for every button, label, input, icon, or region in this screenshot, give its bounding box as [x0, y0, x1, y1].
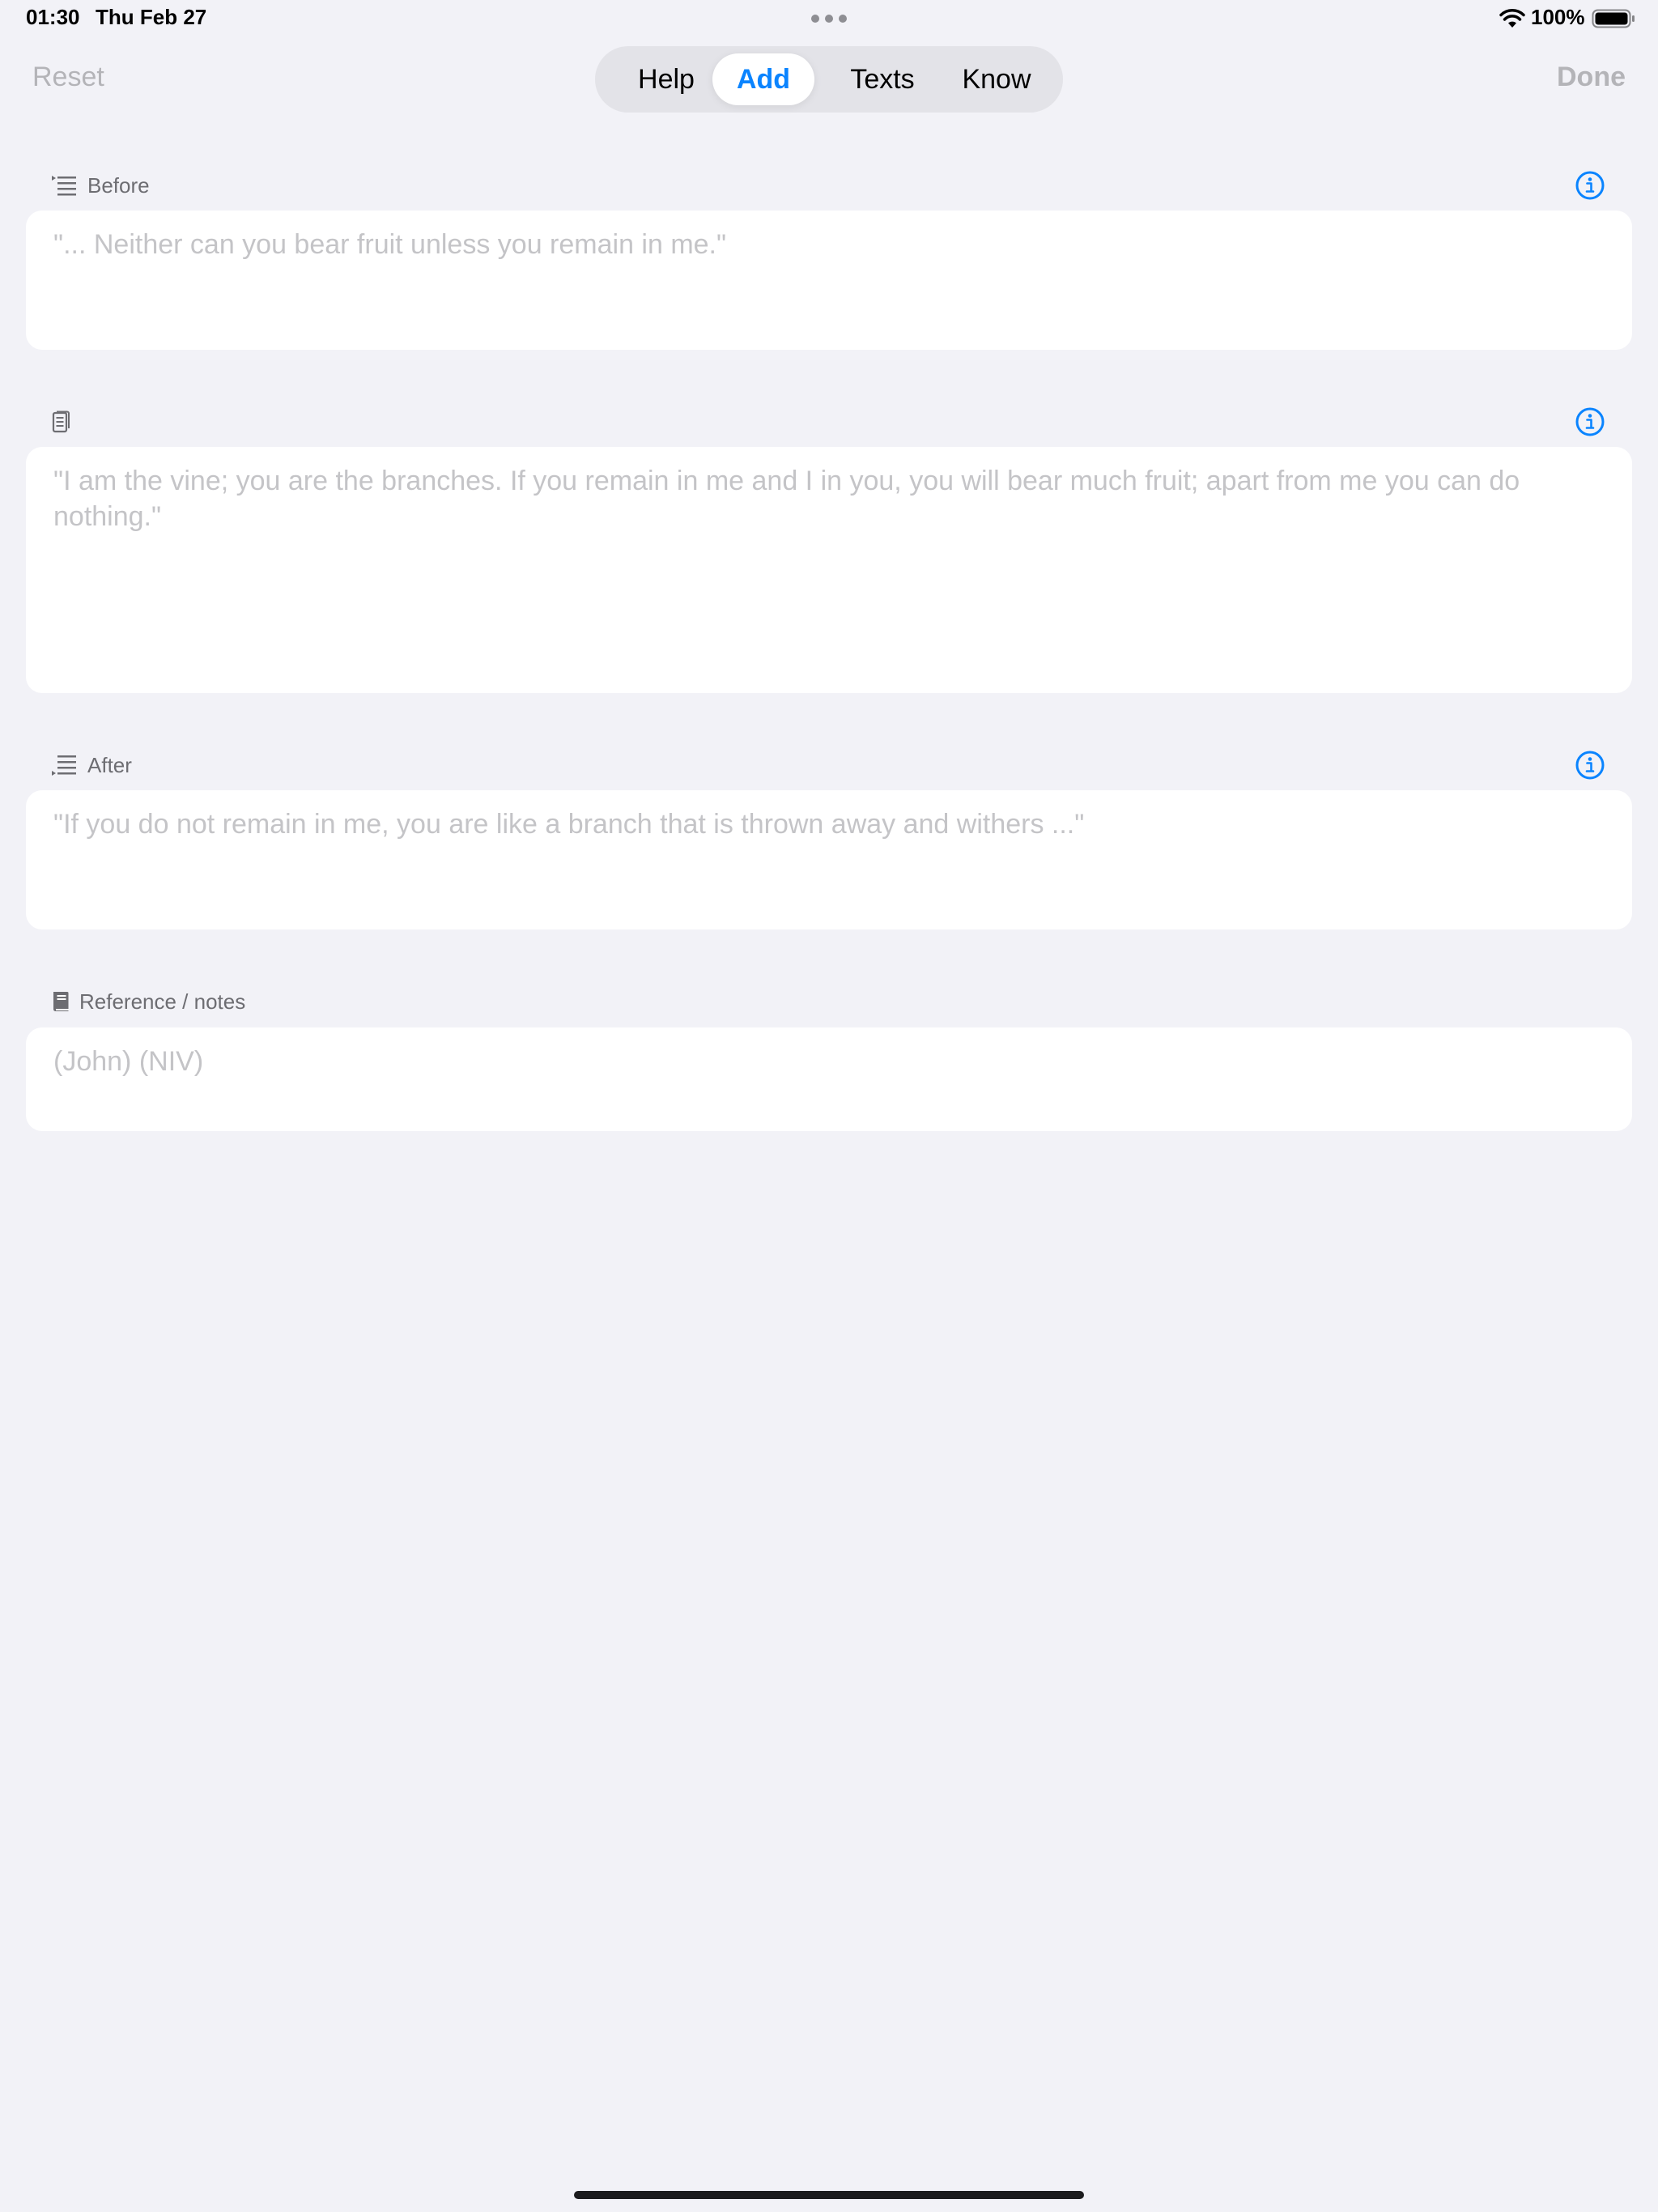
main-info-icon[interactable]: [1575, 406, 1605, 437]
after-text-field[interactable]: "If you do not remain in me, you are lik…: [26, 790, 1632, 929]
after-label: After: [87, 752, 132, 777]
multitasking-menu-icon[interactable]: [811, 15, 847, 23]
status-date: Thu Feb 27: [96, 5, 207, 29]
status-bar: 01:30 Thu Feb 27 100%: [0, 0, 1658, 39]
before-placeholder: "... Neither can you bear fruit unless y…: [53, 229, 727, 260]
reference-label: Reference / notes: [79, 989, 246, 1014]
home-indicator: [574, 2191, 1084, 2199]
battery-percentage: 100%: [1531, 5, 1585, 29]
before-info-icon[interactable]: [1575, 170, 1605, 201]
tab-add[interactable]: Add: [712, 53, 814, 105]
book-icon: [53, 992, 69, 1011]
before-section-header: Before: [50, 172, 150, 199]
battery-icon: [1592, 9, 1635, 28]
mode-segmented-control: Help Add Texts Know: [595, 46, 1063, 113]
reference-section-header: Reference / notes: [50, 988, 245, 1015]
main-text-field[interactable]: "I am the vine; you are the branches. If…: [26, 447, 1632, 693]
wifi-icon: [1499, 9, 1525, 28]
tab-help[interactable]: Help: [611, 53, 721, 105]
before-text-field[interactable]: "... Neither can you bear fruit unless y…: [26, 211, 1632, 350]
before-label: Before: [87, 172, 150, 198]
text-indent-after-icon: [52, 755, 76, 776]
after-info-icon[interactable]: [1575, 750, 1605, 781]
after-section-header: After: [50, 751, 132, 779]
after-placeholder: "If you do not remain in me, you are lik…: [53, 809, 1085, 840]
status-time: 01:30: [26, 5, 80, 29]
reference-text-field[interactable]: (John) (NIV): [26, 1027, 1632, 1131]
reference-placeholder: (John) (NIV): [53, 1046, 204, 1077]
main-placeholder: "I am the vine; you are the branches. If…: [53, 466, 1520, 532]
done-button[interactable]: Done: [1557, 62, 1626, 93]
document-icon: [52, 410, 70, 433]
text-indent-before-icon: [52, 176, 76, 196]
tab-know[interactable]: Know: [945, 53, 1048, 105]
reset-button[interactable]: Reset: [32, 62, 104, 93]
main-section-header: [50, 408, 87, 436]
tab-texts[interactable]: Texts: [826, 53, 939, 105]
